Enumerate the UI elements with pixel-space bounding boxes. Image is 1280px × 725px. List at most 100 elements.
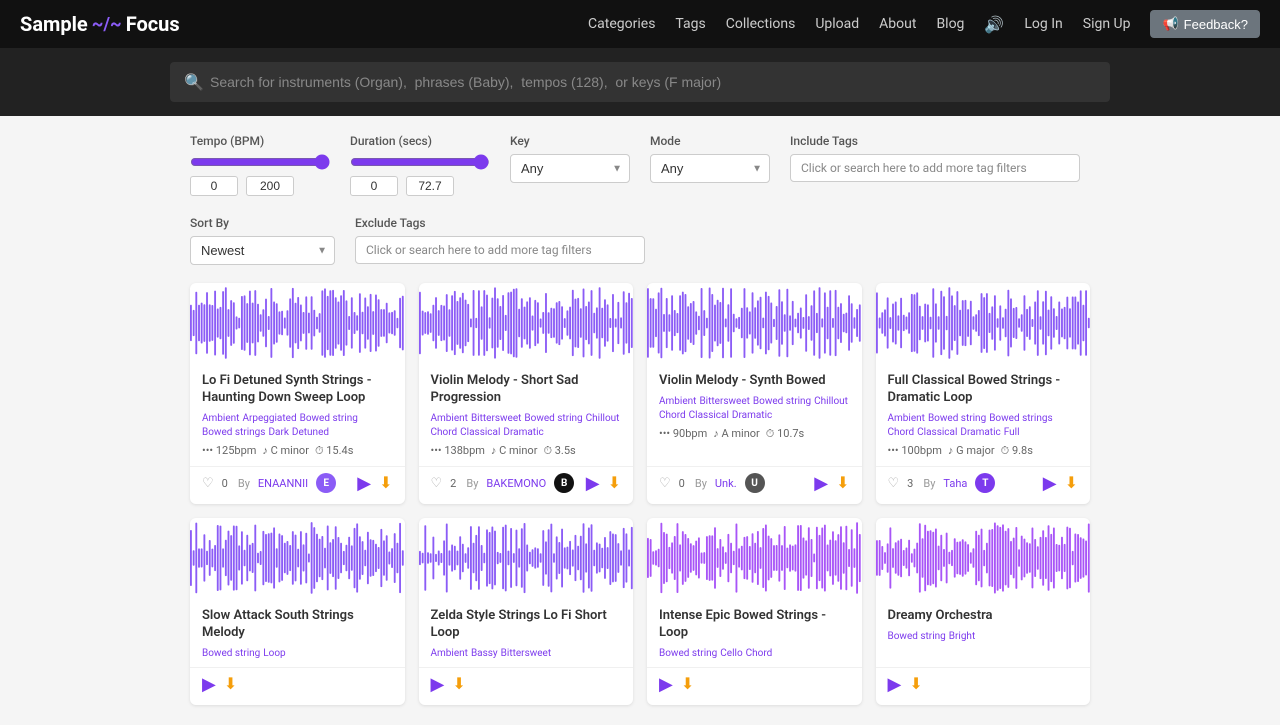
- play-button[interactable]: ▶: [1043, 473, 1057, 494]
- tag-label[interactable]: Bowed string: [659, 648, 717, 659]
- nav-about[interactable]: About: [879, 16, 916, 32]
- tag-label[interactable]: Bowed strings: [202, 427, 265, 438]
- download-button[interactable]: ⬇: [379, 473, 392, 493]
- tag-label[interactable]: Bowed string: [928, 413, 986, 424]
- waveform[interactable]: [190, 518, 405, 598]
- tempo-max[interactable]: [246, 176, 294, 196]
- tag-label[interactable]: Classical: [460, 427, 500, 438]
- key-meta: ♪ A minor: [713, 427, 760, 440]
- nav-signup[interactable]: Sign Up: [1083, 16, 1131, 32]
- waveform[interactable]: [190, 283, 405, 363]
- tag-label[interactable]: Detuned: [292, 427, 329, 438]
- feedback-button[interactable]: 📢 Feedback?: [1150, 10, 1260, 38]
- play-button[interactable]: ▶: [357, 473, 371, 494]
- tag-label[interactable]: Bowed string: [202, 648, 260, 659]
- feedback-label: Feedback?: [1184, 17, 1248, 32]
- author-name[interactable]: BAKEMONO: [486, 477, 546, 490]
- sort-select[interactable]: NewestMost DownloadedMost Liked Shortest…: [190, 236, 335, 265]
- card-tags: AmbientBowed stringBowed strings ChordCla…: [888, 413, 1079, 438]
- tag-label[interactable]: Dramatic: [732, 410, 772, 421]
- tempo-min[interactable]: [190, 176, 238, 196]
- waveform[interactable]: [647, 518, 862, 598]
- tag-label[interactable]: Bassy: [471, 648, 498, 659]
- tag-label[interactable]: Chillout: [814, 396, 848, 407]
- tag-label[interactable]: Bowed string: [524, 413, 582, 424]
- tag-label[interactable]: Arpeggiated: [242, 413, 296, 424]
- tag-label[interactable]: Bowed string: [753, 396, 811, 407]
- mode-select[interactable]: AnyMajorMinor: [650, 154, 770, 183]
- waveform[interactable]: [419, 283, 634, 363]
- download-button[interactable]: ⬇: [1065, 473, 1078, 493]
- include-tags-input[interactable]: Click or search here to add more tag fil…: [790, 154, 1080, 182]
- tag-label[interactable]: Chord: [431, 427, 458, 438]
- download-button[interactable]: ⬇: [681, 674, 694, 694]
- tag-label[interactable]: Bowed string: [888, 631, 946, 642]
- card-tags: Bowed stringCello Chord: [659, 648, 850, 659]
- download-button[interactable]: ⬇: [452, 674, 465, 694]
- nav-upload[interactable]: Upload: [815, 16, 859, 32]
- tag-label[interactable]: Dramatic: [503, 427, 543, 438]
- download-button[interactable]: ⬇: [909, 674, 922, 694]
- tag-label[interactable]: Bowed strings: [989, 413, 1052, 424]
- waveform[interactable]: [876, 518, 1091, 598]
- play-button[interactable]: ▶: [202, 674, 216, 695]
- tag-label[interactable]: Chillout: [586, 413, 620, 424]
- card-title: Full Classical Bowed Strings - Dramatic …: [888, 373, 1079, 407]
- waveform[interactable]: [647, 283, 862, 363]
- play-button[interactable]: ▶: [431, 674, 445, 695]
- waveform[interactable]: [419, 518, 634, 598]
- play-button[interactable]: ▶: [586, 473, 600, 494]
- tag-label[interactable]: Ambient: [888, 413, 925, 424]
- tag-label[interactable]: Chord: [746, 648, 773, 659]
- tag-label[interactable]: Dramatic: [960, 427, 1000, 438]
- like-button[interactable]: ♡: [888, 475, 900, 491]
- like-button[interactable]: ♡: [431, 475, 443, 491]
- tag-label[interactable]: Dark: [268, 427, 288, 438]
- play-button[interactable]: ▶: [814, 473, 828, 494]
- play-button[interactable]: ▶: [659, 674, 673, 695]
- tag-label[interactable]: Bright: [949, 631, 975, 642]
- nav-tags[interactable]: Tags: [675, 16, 705, 32]
- tag-label[interactable]: Bittersweet: [471, 413, 521, 424]
- duration-min[interactable]: [350, 176, 398, 196]
- tag-label[interactable]: Classical: [689, 410, 729, 421]
- card-title: Slow Attack South Strings Melody: [202, 608, 393, 642]
- download-button[interactable]: ⬇: [836, 473, 849, 493]
- volume-icon[interactable]: 🔊: [984, 15, 1004, 34]
- tempo-slider[interactable]: [190, 154, 330, 170]
- duration-slider[interactable]: [350, 154, 490, 170]
- tag-label[interactable]: Full: [1004, 427, 1020, 438]
- tag-label[interactable]: Chord: [659, 410, 686, 421]
- author-name[interactable]: ENAANNII: [258, 477, 308, 490]
- download-button[interactable]: ⬇: [608, 473, 621, 493]
- tag-label[interactable]: Bittersweet: [501, 648, 551, 659]
- tag-label[interactable]: Ambient: [431, 413, 468, 424]
- tag-label[interactable]: Ambient: [659, 396, 696, 407]
- like-button[interactable]: ♡: [202, 475, 214, 491]
- waveform[interactable]: [876, 283, 1091, 363]
- tag-label[interactable]: Ambient: [431, 648, 468, 659]
- tag-label[interactable]: Loop: [263, 648, 285, 659]
- play-button[interactable]: ▶: [888, 674, 902, 695]
- exclude-tags-input[interactable]: Click or search here to add more tag fil…: [355, 236, 645, 264]
- logo-wave-icon: ~/~: [92, 14, 122, 35]
- tag-label[interactable]: Bowed string: [300, 413, 358, 424]
- author-name[interactable]: Unk.: [715, 477, 737, 490]
- nav-login[interactable]: Log In: [1024, 16, 1062, 32]
- tag-label[interactable]: Bittersweet: [699, 396, 749, 407]
- site-logo[interactable]: Sample~/~Focus: [20, 12, 180, 36]
- like-button[interactable]: ♡: [659, 475, 671, 491]
- key-select[interactable]: AnyAA#B CC#DD# EFF#GG#: [510, 154, 630, 183]
- author-name[interactable]: Taha: [943, 477, 967, 490]
- search-input[interactable]: [170, 62, 1110, 102]
- tag-label[interactable]: Cello: [720, 648, 742, 659]
- nav-collections[interactable]: Collections: [726, 16, 796, 32]
- nav-categories[interactable]: Categories: [588, 16, 655, 32]
- nav-blog[interactable]: Blog: [936, 16, 964, 32]
- duration-max[interactable]: [406, 176, 454, 196]
- tag-label[interactable]: Classical: [917, 427, 957, 438]
- tag-label[interactable]: Chord: [888, 427, 915, 438]
- download-button[interactable]: ⬇: [224, 674, 237, 694]
- tag-label[interactable]: Ambient: [202, 413, 239, 424]
- sample-card: Lo Fi Detuned Synth Strings - Haunting D…: [190, 283, 405, 504]
